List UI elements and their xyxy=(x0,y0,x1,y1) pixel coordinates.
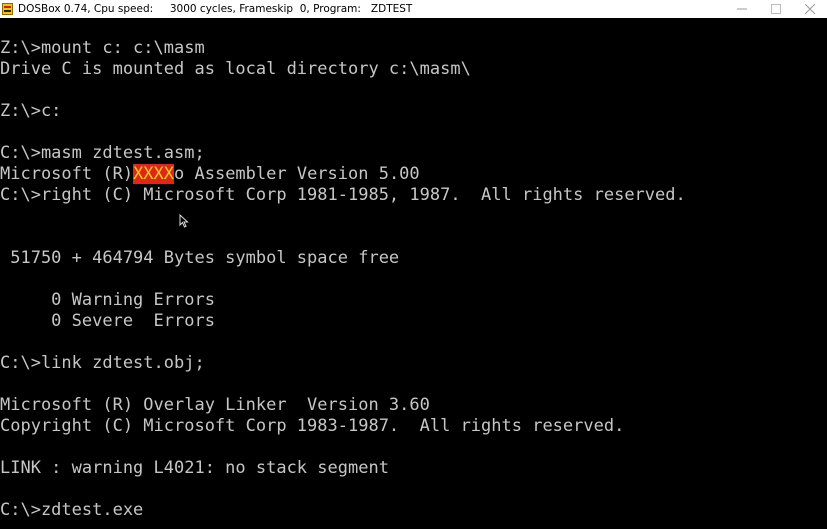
dos-terminal-screen[interactable]: Z:\>mount c: c:\masm Drive C is mounted … xyxy=(0,18,827,529)
close-button[interactable] xyxy=(793,0,827,18)
close-icon xyxy=(805,4,815,14)
minimize-icon xyxy=(737,8,747,10)
terminal-line: C:\>zdtest.exe xyxy=(0,500,144,520)
maximize-button[interactable] xyxy=(759,0,793,18)
terminal-line: C:\>link zdtest.obj; xyxy=(0,353,205,373)
terminal-line: Copyright (C) Microsoft Corp 1983-1987. … xyxy=(0,416,625,436)
terminal-line: Drive C is mounted as local directory c:… xyxy=(0,59,471,79)
terminal-line: Z:\>c: xyxy=(0,101,62,121)
window-title: DOSBox 0.74, Cpu speed: 3000 cycles, Fra… xyxy=(18,3,413,15)
terminal-line: LINK : warning L4021: no stack segment xyxy=(0,458,389,478)
terminal-text: Microsoft (R) xyxy=(0,164,134,184)
terminal-line: Microsoft (R)XXXXo Assembler Version 5.0… xyxy=(0,164,420,185)
terminal-line: C:\>right (C) Microsoft Corp 1981-1985, … xyxy=(0,185,686,205)
dosbox-app-icon xyxy=(2,3,13,15)
terminal-line: 51750 + 464794 Bytes symbol space free xyxy=(0,248,400,268)
mouse-pointer-icon xyxy=(179,214,189,228)
minimize-button[interactable] xyxy=(725,0,759,18)
terminal-line: 0 Severe Errors xyxy=(0,311,215,331)
terminal-text: o Assembler Version 5.00 xyxy=(174,164,420,184)
terminal-line: 0 Warning Errors xyxy=(0,290,215,310)
maximize-icon xyxy=(771,4,781,14)
terminal-line: Microsoft (R) Overlay Linker Version 3.6… xyxy=(0,395,430,415)
title-bar: DOSBox 0.74, Cpu speed: 3000 cycles, Fra… xyxy=(0,0,827,18)
terminal-line: C:\>masm zdtest.asm; xyxy=(0,143,205,163)
terminal-line: Z:\>mount c: c:\masm xyxy=(0,38,205,58)
window-controls xyxy=(725,0,827,18)
glitch-highlight: XXXX xyxy=(133,164,175,184)
